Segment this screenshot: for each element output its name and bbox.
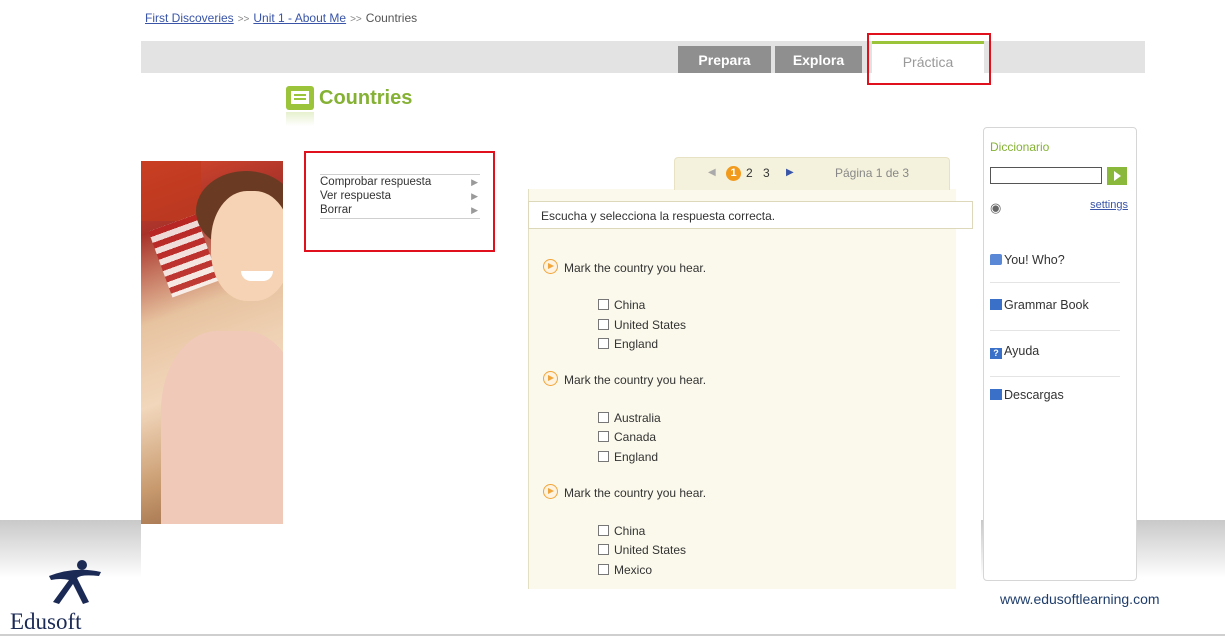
question-text: Mark the country you hear. bbox=[564, 373, 707, 387]
dictionary-go-button[interactable] bbox=[1107, 167, 1127, 185]
play-audio-icon[interactable] bbox=[543, 259, 558, 274]
help-icon: ? bbox=[990, 348, 1002, 359]
footer-divider bbox=[0, 634, 1225, 636]
edusoft-logo-icon bbox=[49, 560, 101, 604]
checkbox[interactable] bbox=[598, 525, 609, 536]
sidebar-link-ayuda[interactable]: ? Ayuda bbox=[990, 344, 1039, 359]
sidebar-link-grammar-book[interactable]: Grammar Book bbox=[990, 298, 1089, 312]
right-sidebar: Diccionario ◉ settings You! Who? Grammar… bbox=[983, 127, 1137, 581]
checkbox[interactable] bbox=[598, 564, 609, 575]
unit-photo-woman-with-flags bbox=[141, 161, 283, 524]
question-prompt: Mark the country you hear. bbox=[543, 484, 706, 500]
choice-label: China bbox=[614, 298, 646, 312]
clear-button[interactable]: Borrar ▶ bbox=[320, 203, 480, 219]
download-icon bbox=[990, 389, 1002, 400]
answer-choice[interactable]: Mexico bbox=[598, 563, 652, 577]
answer-choice[interactable]: China bbox=[598, 524, 645, 538]
grammar-book-icon bbox=[990, 299, 1002, 310]
answer-choice[interactable]: Canada bbox=[598, 430, 656, 444]
answer-choice[interactable]: China bbox=[598, 298, 645, 312]
choice-label: United States bbox=[614, 543, 687, 557]
dictionary-settings-link[interactable]: settings bbox=[1090, 199, 1128, 211]
tab-prepara[interactable]: Prepara bbox=[678, 46, 771, 73]
choice-label: England bbox=[614, 450, 659, 464]
sidebar-link-label: Grammar Book bbox=[1004, 298, 1089, 312]
speech-bubble-icon bbox=[990, 254, 1002, 265]
question-text: Mark the country you hear. bbox=[564, 486, 707, 500]
page-indicator: Página 1 de 3 bbox=[835, 166, 910, 180]
sidebar-divider bbox=[990, 330, 1120, 331]
previous-page-icon[interactable]: ◀ bbox=[708, 167, 716, 178]
section-tab-bar bbox=[141, 41, 1145, 73]
sidebar-divider bbox=[990, 282, 1120, 283]
choice-label: Mexico bbox=[614, 563, 653, 577]
question-prompt: Mark the country you hear. bbox=[543, 259, 706, 275]
sidebar-link-label: You! Who? bbox=[1004, 253, 1065, 267]
speaker-icon[interactable]: ◉ bbox=[990, 200, 1001, 216]
answer-choice[interactable]: England bbox=[598, 450, 658, 464]
breadcrumb-separator: >> bbox=[237, 14, 250, 25]
arrow-right-icon: ▶ bbox=[471, 177, 478, 187]
choice-label: China bbox=[614, 524, 646, 538]
tab-explora[interactable]: Explora bbox=[775, 46, 862, 73]
answer-choice[interactable]: Australia bbox=[598, 411, 661, 425]
breadcrumb-separator: >> bbox=[350, 14, 362, 25]
breadcrumb-current: Countries bbox=[365, 11, 418, 25]
sidebar-link-label: Ayuda bbox=[1004, 344, 1040, 358]
page-1-current[interactable]: 1 bbox=[726, 166, 741, 181]
show-answer-label: Ver respuesta bbox=[320, 190, 391, 202]
clear-label: Borrar bbox=[320, 204, 352, 216]
breadcrumb: First Discoveries >> Unit 1 - About Me >> Co… bbox=[145, 11, 417, 25]
pagination: ◀ 1 2 3 ▶ Página 1 de 3 bbox=[674, 157, 950, 190]
sidebar-link-you-who[interactable]: You! Who? bbox=[990, 253, 1065, 267]
sidebar-link-descargas[interactable]: Descargas bbox=[990, 388, 1064, 402]
next-page-icon[interactable]: ▶ bbox=[786, 167, 794, 178]
answer-choice[interactable]: United States bbox=[598, 543, 686, 557]
exercise-instruction: Escucha y selecciona la respuesta correc… bbox=[528, 201, 973, 229]
website-url[interactable]: www.edusoftlearning.com bbox=[1000, 591, 1160, 607]
dictionary-label: Diccionario bbox=[990, 140, 1050, 154]
exercise-panel: Mark the country you hear. China United … bbox=[528, 189, 956, 589]
highlight-box-practica-tab bbox=[867, 33, 991, 85]
sidebar-divider bbox=[990, 376, 1120, 377]
edusoft-logo-text: Edusoft bbox=[10, 609, 82, 634]
choice-label: United States bbox=[614, 318, 687, 332]
arrow-right-icon: ▶ bbox=[471, 191, 478, 201]
question-text: Mark the country you hear. bbox=[564, 261, 707, 275]
checkbox[interactable] bbox=[598, 431, 609, 442]
checkbox[interactable] bbox=[598, 299, 609, 310]
activity-icon-reflection bbox=[286, 112, 314, 126]
checkbox[interactable] bbox=[598, 338, 609, 349]
play-audio-icon[interactable] bbox=[543, 484, 558, 499]
question-prompt: Mark the country you hear. bbox=[543, 371, 706, 387]
checkbox[interactable] bbox=[598, 412, 609, 423]
answer-options-menu: Comprobar respuesta ▶ Ver respuesta ▶ Bo… bbox=[304, 151, 495, 252]
checkbox[interactable] bbox=[598, 544, 609, 555]
breadcrumb-course-link[interactable]: First Discoveries bbox=[145, 11, 234, 25]
show-answer-button[interactable]: Ver respuesta ▶ bbox=[320, 189, 480, 203]
arrow-right-icon: ▶ bbox=[471, 205, 478, 215]
activity-icon bbox=[286, 86, 314, 110]
choice-label: Canada bbox=[614, 430, 657, 444]
check-answer-label: Comprobar respuesta bbox=[320, 176, 432, 188]
answer-choice[interactable]: United States bbox=[598, 318, 686, 332]
page-2-link[interactable]: 2 bbox=[746, 166, 753, 180]
page-title: Countries bbox=[319, 87, 413, 109]
checkbox[interactable] bbox=[598, 319, 609, 330]
play-audio-icon[interactable] bbox=[543, 371, 558, 386]
sidebar-link-label: Descargas bbox=[1004, 388, 1064, 402]
dictionary-search-input[interactable] bbox=[990, 167, 1102, 184]
choice-label: England bbox=[614, 337, 659, 351]
choice-label: Australia bbox=[614, 411, 661, 425]
breadcrumb-unit-link[interactable]: Unit 1 - About Me bbox=[253, 11, 346, 25]
answer-choice[interactable]: England bbox=[598, 337, 658, 351]
page-3-link[interactable]: 3 bbox=[763, 166, 770, 180]
checkbox[interactable] bbox=[598, 451, 609, 462]
check-answer-button[interactable]: Comprobar respuesta ▶ bbox=[320, 174, 480, 189]
